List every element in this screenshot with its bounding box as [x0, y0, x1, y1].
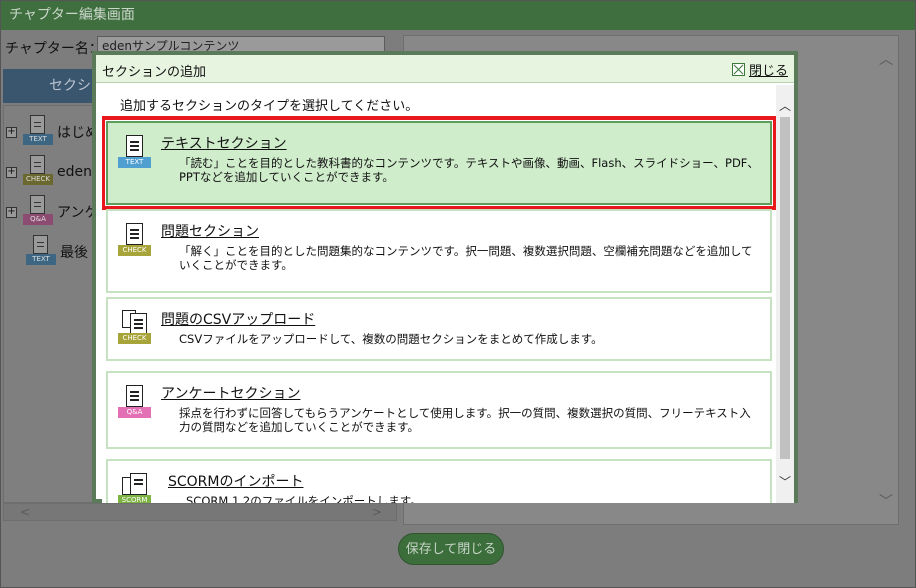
option-description: 採点を行わずに回答してもらうアンケートとして使用します。択一の質問、複数選択の質…	[179, 406, 751, 434]
panel-scroll-up-icon[interactable]: ︿	[879, 49, 893, 69]
scorm-package-icon: SCORM	[118, 473, 152, 503]
close-x-icon[interactable]	[731, 63, 745, 76]
tree-horizontal-scrollbar[interactable]: < >	[3, 503, 397, 521]
option-title[interactable]: テキストセクション	[161, 133, 287, 153]
option-survey-section[interactable]: Q&A アンケートセクション 採点を行わずに回答してもらうアンケートとして使用し…	[106, 371, 772, 449]
window-title: チャプター編集画面	[1, 1, 915, 30]
option-description: CSVファイルをアップロードして、複数の問題セクションをまとめて作成します。	[179, 332, 603, 346]
text-document-icon: TEXT	[23, 115, 53, 149]
add-section-dialog: セクションの追加 閉じる 追加するセクションのタイプを選択してください。 TEX…	[92, 51, 798, 503]
close-label[interactable]: 閉じる	[749, 60, 788, 79]
option-text-section[interactable]: TEXT テキストセクション 「読む」ことを目的とした教科書的なコンテンツです。…	[102, 116, 776, 210]
option-title[interactable]: 問題のCSVアップロード	[161, 309, 315, 329]
expand-icon[interactable]: +	[6, 206, 17, 218]
tree-item-label: eden	[57, 164, 92, 180]
scroll-down-icon[interactable]: ﹀	[779, 473, 791, 490]
tree-item[interactable]: + TEXT はじめ	[6, 115, 99, 149]
option-csv-upload[interactable]: CHECK 問題のCSVアップロード CSVファイルをアップロードして、複数の問…	[106, 297, 772, 361]
panel-scroll-down-icon[interactable]: ﹀	[879, 491, 893, 511]
dialog-close-button[interactable]: 閉じる	[731, 60, 788, 79]
option-description: 「解く」ことを目的とした問題集的なコンテンツです。択一問題、複数選択問題、空欄補…	[179, 244, 753, 272]
option-title[interactable]: 問題セクション	[161, 221, 259, 241]
dialog-vertical-scrollbar[interactable]: ︿ ﹀	[776, 85, 794, 503]
check-document-icon: CHECK	[23, 155, 53, 189]
option-scorm-import[interactable]: SCORM SCORMのインポート SCORM 1.2のファイルをインポートしま…	[106, 459, 772, 503]
scroll-up-icon[interactable]: ︿	[779, 97, 791, 114]
option-description: SCORM 1.2のファイルをインポートします。	[186, 494, 422, 503]
qa-document-icon: Q&A	[23, 195, 53, 229]
dialog-instruction: 追加するセクションのタイプを選択してください。	[120, 99, 419, 114]
csv-upload-icon: CHECK	[118, 310, 152, 349]
tree-item-label: 最後	[60, 245, 88, 261]
option-question-section[interactable]: CHECK 問題セクション 「解く」ことを目的とした問題集的なコンテンツです。択…	[106, 209, 772, 293]
dialog-title: セクションの追加	[102, 65, 207, 80]
qa-document-icon: Q&A	[118, 385, 152, 423]
tree-item[interactable]: + CHECK eden	[6, 155, 92, 189]
scroll-right-icon[interactable]: >	[372, 505, 382, 519]
option-description: 「読む」ことを目的とした教科書的なコンテンツです。テキストや画像、動画、Flas…	[179, 156, 759, 184]
option-title[interactable]: SCORMのインポート	[168, 471, 304, 491]
text-document-icon: TEXT	[118, 135, 152, 173]
scrollbar-thumb[interactable]	[780, 117, 790, 459]
dialog-header: セクションの追加 閉じる	[96, 55, 794, 83]
check-document-icon: CHECK	[118, 223, 152, 261]
expand-icon[interactable]: +	[6, 166, 17, 178]
dialog-content: 追加するセクションのタイプを選択してください。 TEXT テキストセクション 「…	[102, 85, 776, 503]
expand-icon[interactable]: +	[6, 126, 17, 138]
option-title[interactable]: アンケートセクション	[161, 383, 300, 403]
add-section-button[interactable]: セクション	[3, 69, 99, 103]
save-and-close-button[interactable]: 保存して閉じる	[398, 533, 504, 565]
chapter-name-label: チャプター名：	[5, 41, 103, 57]
tree-item[interactable]: TEXT 最後	[26, 235, 88, 269]
text-document-icon: TEXT	[26, 235, 56, 269]
tree-item[interactable]: + Q&A アンケ	[6, 195, 98, 229]
scroll-left-icon[interactable]: <	[20, 505, 30, 519]
